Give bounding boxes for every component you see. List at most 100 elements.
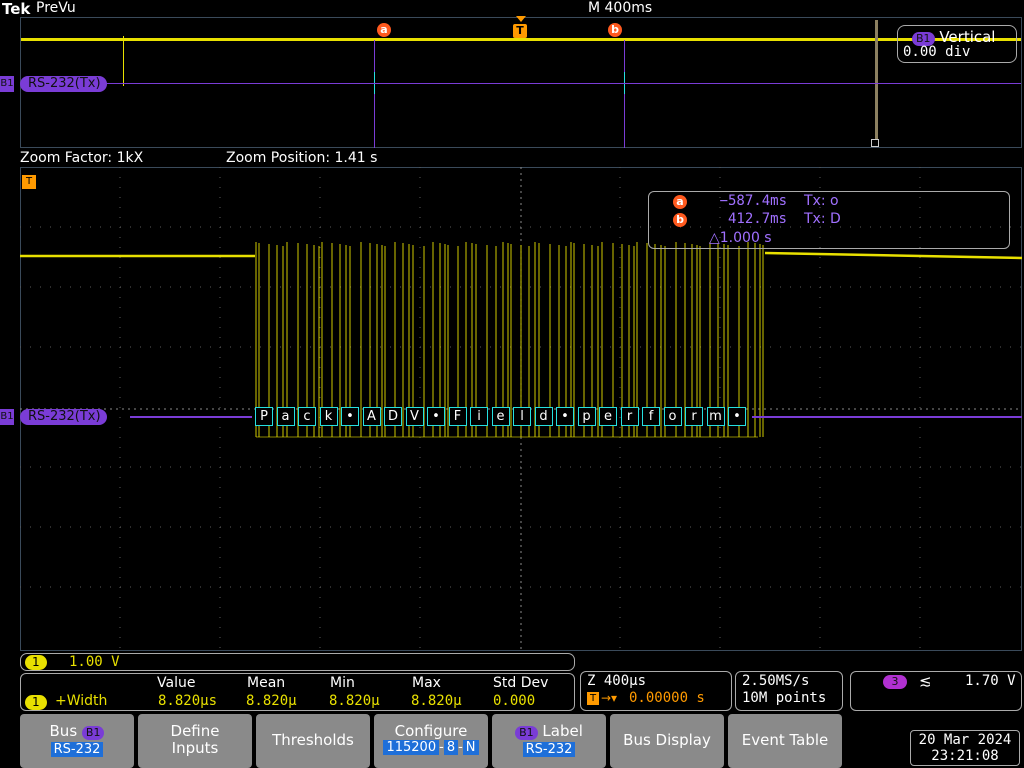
- bus-button[interactable]: Bus B1 RS-232: [20, 714, 134, 768]
- bus-b1-tag: B1: [0, 76, 14, 92]
- decoded-char-cell[interactable]: •: [427, 407, 445, 426]
- meas-header-max: Max: [412, 675, 441, 691]
- trigger-offset-arrow: →▾: [601, 691, 618, 705]
- timebase-readout: M 400ms: [588, 0, 653, 16]
- decoded-char-cell[interactable]: e: [491, 407, 510, 426]
- brand-logo: Tek: [2, 0, 31, 18]
- trigger-offset-icon: T: [587, 692, 599, 705]
- configure-parity: N: [462, 740, 479, 755]
- cursor-a-data: Tx: o: [804, 193, 839, 209]
- bus-display-label: Bus Display: [623, 731, 711, 749]
- time: 23:21:08: [931, 748, 999, 764]
- overview-bus-trace: [21, 83, 1021, 84]
- cursor-b-line-overview[interactable]: [624, 40, 625, 148]
- decoded-char-cell[interactable]: o: [663, 407, 682, 426]
- thresholds-button[interactable]: Thresholds: [256, 714, 370, 768]
- decoded-char-cell[interactable]: •: [341, 407, 359, 426]
- event-table-button[interactable]: Event Table: [728, 714, 842, 768]
- meas-header-value: Value: [157, 675, 196, 691]
- meas-ch1-badge: 1: [25, 695, 47, 710]
- channel1-scale-bar[interactable]: 1 1.00 V: [20, 653, 575, 671]
- vertical-value: 0.00 div: [903, 44, 971, 60]
- bus-display-button[interactable]: Bus Display: [610, 714, 724, 768]
- cursor-a-line-overview[interactable]: [374, 40, 375, 148]
- decoded-char-cell[interactable]: k: [319, 407, 338, 426]
- zoom-position-line[interactable]: [875, 20, 878, 140]
- zoom-handle[interactable]: [871, 139, 879, 147]
- bus-label-overview[interactable]: RS-232(Tx): [20, 76, 107, 92]
- configure-bits: 8: [443, 740, 459, 755]
- cursor-b-time: 412.7ms: [727, 211, 787, 227]
- bus-button-value: RS-232: [50, 742, 104, 757]
- decoded-char-cell[interactable]: c: [298, 407, 316, 426]
- bus-button-label: Bus: [49, 722, 78, 740]
- decoded-char-cell[interactable]: f: [642, 407, 660, 426]
- decoded-char-cell[interactable]: l: [513, 407, 531, 426]
- configure-button[interactable]: Configure 115200-8- N: [374, 714, 488, 768]
- cursor-b-data: Tx: D: [804, 211, 841, 227]
- zoom-timebase-readout[interactable]: Z 400µs T →▾ 0.00000 s: [580, 671, 732, 711]
- decoded-char-cell[interactable]: r: [620, 407, 639, 426]
- bus-b1-tag-zoom: B1: [0, 409, 14, 425]
- label-button-b1: B1: [515, 726, 538, 740]
- decoded-char-cell[interactable]: a: [276, 407, 295, 426]
- cursor-delta: △1.000 s: [709, 230, 772, 246]
- meas-header-mean: Mean: [247, 675, 286, 691]
- vertical-readout[interactable]: B1 Vertical 0.00 div: [897, 25, 1017, 63]
- decoded-char-cell[interactable]: m: [706, 407, 725, 426]
- bus-button-b1: B1: [81, 726, 105, 740]
- decoded-char-cell[interactable]: •: [556, 407, 574, 426]
- acquisition-readout[interactable]: 2.50MS/s 10M points: [735, 671, 843, 711]
- meas-max: 8.820µ: [411, 693, 462, 709]
- bus-label-zoom[interactable]: RS-232(Tx): [20, 409, 107, 425]
- date: 20 Mar 2024: [918, 732, 1012, 748]
- trigger-marker[interactable]: T: [513, 24, 527, 38]
- decoded-char-cell[interactable]: r: [685, 407, 703, 426]
- decoded-char-cell[interactable]: F: [448, 407, 467, 426]
- meas-header-min: Min: [330, 675, 355, 691]
- zoom-position: Zoom Position: 1.41 s: [226, 150, 378, 166]
- decoded-char-cell[interactable]: P: [255, 407, 273, 426]
- cursor-a-time: −587.4ms: [719, 193, 787, 209]
- record-length: 10M points: [742, 690, 827, 706]
- define-inputs-button[interactable]: Define Inputs: [138, 714, 252, 768]
- bus-idle-right: [752, 416, 1022, 418]
- cursor-b-marker[interactable]: b: [608, 23, 622, 37]
- decoded-char-cell[interactable]: e: [599, 407, 617, 426]
- sample-rate: 2.50MS/s: [742, 673, 810, 689]
- decoded-char-cell[interactable]: D: [384, 407, 402, 426]
- decoded-char-cell[interactable]: d: [534, 407, 553, 426]
- meas-mean: 8.820µ: [246, 693, 297, 709]
- acquisition-mode: PreVu: [36, 0, 76, 16]
- decoded-char-cell[interactable]: p: [577, 407, 596, 426]
- ch1-badge: 1: [25, 655, 47, 670]
- zoom-factor: Zoom Factor: 1kX: [20, 150, 144, 166]
- trigger-readout[interactable]: 3 ≲ 1.70 V: [850, 671, 1022, 711]
- label-button[interactable]: B1 Label RS-232: [492, 714, 606, 768]
- configure-baud: 115200: [383, 740, 440, 755]
- thresholds-label: Thresholds: [272, 731, 354, 749]
- decoded-char-cell[interactable]: •: [728, 407, 746, 426]
- cursor-b-badge: b: [673, 213, 687, 227]
- cursor-a-badge: a: [673, 195, 687, 209]
- trigger-offset-value: 0.00000 s: [629, 690, 705, 706]
- measurement-panel[interactable]: 1 +Width Value Mean Min Max Std Dev 8.82…: [20, 673, 575, 711]
- define-inputs-l2: Inputs: [171, 739, 219, 757]
- meas-stddev: 0.000: [493, 693, 536, 709]
- decoded-char-cell[interactable]: V: [405, 407, 424, 426]
- cursor-a-marker[interactable]: a: [377, 23, 391, 37]
- decoded-char-cell[interactable]: i: [470, 407, 488, 426]
- overview-ch1-trace: [21, 38, 1021, 41]
- cursor-readout[interactable]: a −587.4ms Tx: o b 412.7ms Tx: D △1.000 …: [648, 191, 1010, 249]
- event-table-label: Event Table: [741, 731, 829, 749]
- decoded-char-cell[interactable]: A: [362, 407, 381, 426]
- meas-header-stddev: Std Dev: [493, 675, 549, 691]
- trigger-slope-icon: ≲: [919, 672, 932, 690]
- bus-idle-left: [130, 416, 252, 418]
- label-button-label: Label: [542, 722, 583, 740]
- meas-value: 8.820µs: [158, 693, 218, 709]
- label-button-value: RS-232: [522, 742, 576, 757]
- trigger-level: 1.70 V: [965, 673, 1016, 689]
- configure-label: Configure: [394, 722, 468, 740]
- meas-label: +Width: [55, 693, 108, 709]
